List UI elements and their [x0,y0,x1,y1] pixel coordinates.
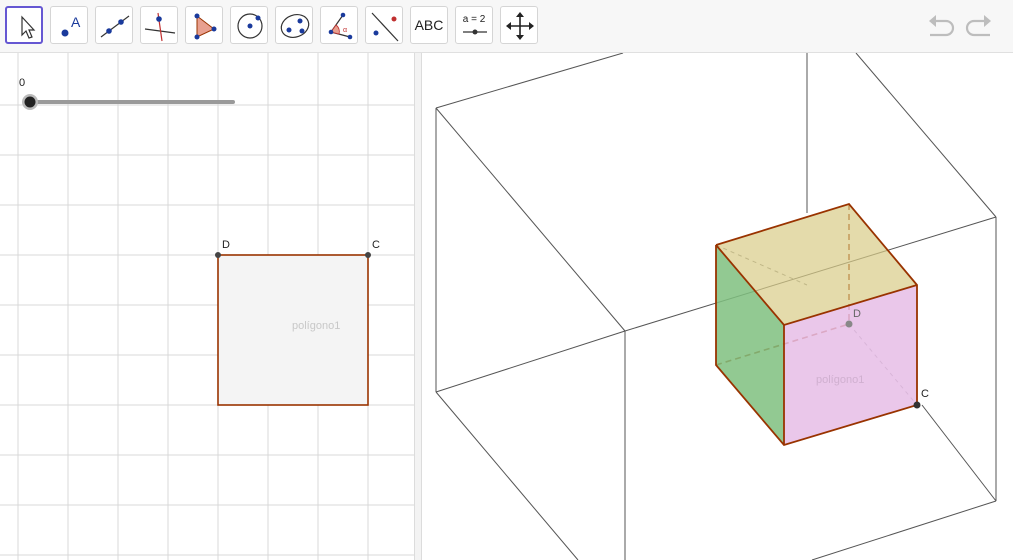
graphics-view-2d[interactable]: 0 D C polígono1 [0,53,414,560]
move-tool-button[interactable] [5,6,43,44]
move-view-tool-button[interactable] [500,6,538,44]
redo-icon [965,15,991,37]
polygon-square[interactable] [0,53,414,560]
point-d-3d-label: D [853,308,861,320]
slider-tool-button[interactable]: a = 2 [455,6,493,44]
cube[interactable] [422,53,1013,560]
text-tool-label: ABC [414,17,444,33]
point-c-3d [913,401,921,409]
toolbar: A α ABC a = 2 [0,0,1013,53]
point-d [215,252,221,258]
angle-tool-button[interactable]: α [320,6,358,44]
redo-button[interactable] [964,12,994,40]
point-icon: A [61,14,81,37]
point-c [365,252,371,258]
line-icon [100,15,130,38]
slider-icon [463,29,487,35]
arrow-cursor-icon [21,15,36,39]
perpendicular-tool-button[interactable] [140,6,178,44]
point-c-3d-label: C [921,388,929,400]
svg-text:α: α [343,27,347,34]
svg-text:A: A [71,14,81,30]
circle-tool-button[interactable] [230,6,268,44]
circle-icon [237,13,263,39]
ellipse-icon [280,14,310,38]
move-arrows-icon [506,12,534,40]
polygon-label: polígono1 [292,320,341,332]
point-c-label: C [372,239,380,251]
view-divider[interactable] [414,53,422,560]
undo-icon [929,15,955,37]
conic-tool-button[interactable] [275,6,313,44]
polygon-tool-button[interactable] [185,6,223,44]
point-d-3d [845,320,853,328]
graphics-view-3d[interactable]: D C polígono1 [422,53,1013,560]
undo-button[interactable] [926,12,956,40]
point-d-label: D [222,239,230,251]
polygon-3d-label: polígono1 [816,374,865,386]
perpendicular-line-icon [144,12,176,42]
angle-icon: α [328,12,353,40]
reflect-tool-button[interactable] [365,6,403,44]
text-tool-button[interactable]: ABC [410,6,448,44]
polygon-icon [194,13,217,40]
line-tool-button[interactable] [95,6,133,44]
reflect-icon [371,12,399,42]
point-tool-button[interactable]: A [50,6,88,44]
